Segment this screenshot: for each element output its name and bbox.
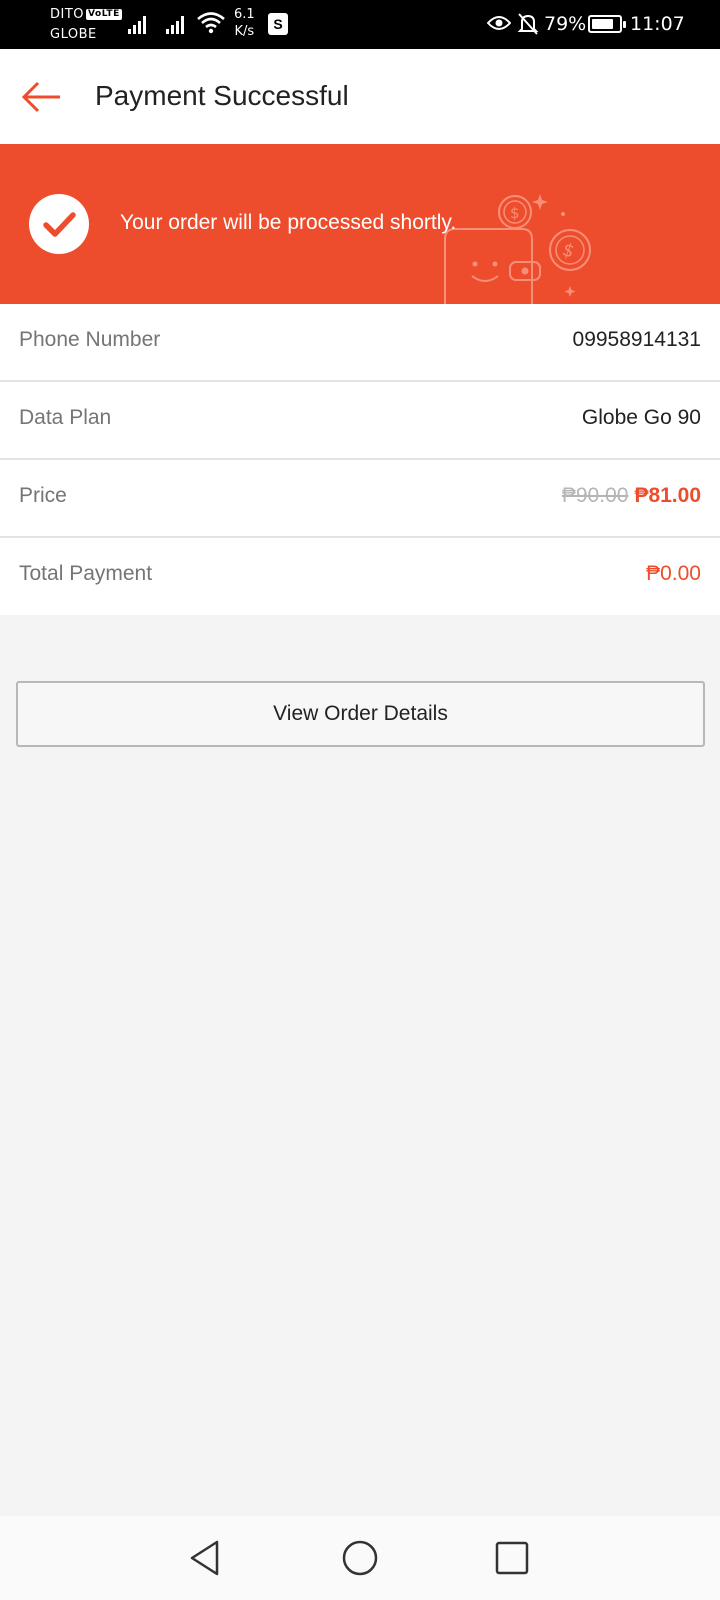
check-circle-icon — [29, 194, 89, 254]
arrow-left-icon — [21, 81, 60, 113]
signal-2-icon — [166, 14, 188, 34]
battery-percent: 79% — [544, 13, 587, 35]
triangle-back-icon — [190, 1540, 219, 1576]
data-plan-row: Data Plan Globe Go 90 — [0, 382, 720, 460]
view-order-details-button[interactable]: View Order Details — [16, 681, 705, 747]
phone-number-value: 09958914131 — [572, 328, 701, 351]
phone-number-label: Phone Number — [19, 328, 161, 351]
net-speed-value: 6.1 — [234, 7, 255, 22]
nav-home-button[interactable] — [338, 1536, 382, 1580]
total-payment-value: ₱0.00 — [646, 562, 701, 585]
total-payment-row: Total Payment ₱0.00 — [0, 538, 720, 615]
success-banner: Your order will be processed shortly. $ … — [0, 144, 720, 304]
nav-back-button[interactable] — [184, 1536, 228, 1580]
payment-details: Phone Number 09958914131 Data Plan Globe… — [0, 304, 720, 615]
discounted-price: ₱81.00 — [634, 484, 701, 507]
svg-text:$: $ — [559, 239, 577, 263]
shop-app-icon: S — [268, 13, 288, 35]
battery-fill — [592, 19, 613, 29]
total-payment-label: Total Payment — [19, 562, 153, 585]
system-nav-bar — [0, 1516, 720, 1600]
carrier-primary: DITO — [50, 7, 85, 22]
back-button[interactable] — [18, 75, 66, 119]
app-bar: Payment Successful — [0, 49, 720, 144]
volte-badge: VoLTE — [86, 9, 122, 20]
nav-recents-button[interactable] — [490, 1536, 534, 1580]
price-row: Price ₱90.00 ₱81.00 — [0, 460, 720, 538]
net-speed: 6.1 K/s — [234, 6, 255, 40]
price-value: ₱90.00 ₱81.00 — [562, 484, 701, 508]
phone-number-row: Phone Number 09958914131 — [0, 304, 720, 382]
eye-icon — [487, 16, 511, 30]
svg-text:$: $ — [510, 204, 520, 222]
data-plan-label: Data Plan — [19, 406, 112, 429]
page-title: Payment Successful — [95, 80, 349, 111]
signal-1-icon — [128, 14, 150, 34]
square-recents-icon — [495, 1541, 529, 1575]
data-plan-value: Globe Go 90 — [581, 406, 701, 429]
wallet-coins-illustration-icon: $ $ — [444, 194, 591, 304]
status-bar: DITO VoLTE GLOBE 6.1 K/s S 79% 11:07 — [0, 0, 720, 49]
carrier-info: DITO VoLTE GLOBE — [50, 5, 122, 45]
circle-home-icon — [342, 1540, 378, 1576]
bell-muted-icon — [517, 13, 539, 35]
carrier-secondary: GLOBE — [50, 27, 97, 42]
price-label: Price — [19, 484, 67, 507]
battery-icon — [588, 15, 626, 33]
banner-message: Your order will be processed shortly. — [120, 211, 457, 234]
original-price: ₱90.00 — [561, 484, 629, 507]
clock: 11:07 — [630, 13, 685, 35]
net-speed-unit: K/s — [234, 24, 255, 39]
wifi-icon — [197, 12, 225, 34]
